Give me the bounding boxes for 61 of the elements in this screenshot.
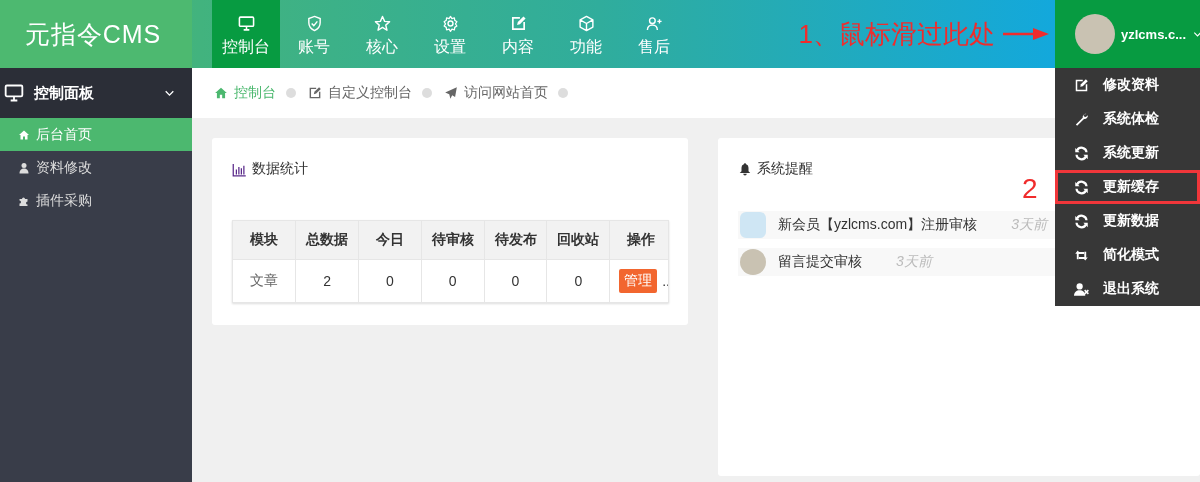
avatar-placeholder bbox=[740, 249, 766, 275]
user-menu-toggle[interactable]: yzlcms.c... bbox=[1055, 0, 1200, 68]
user-remove-icon bbox=[1074, 281, 1089, 297]
notice-text: 新会员【yzlcms.com】注册审核 bbox=[778, 216, 978, 234]
menu-item[interactable]: 更新缓存 bbox=[1055, 170, 1200, 204]
home-icon bbox=[18, 128, 30, 141]
card-title: 系统提醒 bbox=[757, 160, 813, 178]
column-header: 今日 bbox=[358, 221, 422, 260]
separator-dot bbox=[422, 88, 432, 98]
cube-icon bbox=[577, 14, 595, 32]
truncated-text: .. bbox=[662, 273, 668, 289]
monitor-icon bbox=[237, 14, 255, 32]
column-header: 模块 bbox=[233, 221, 296, 260]
nav-tab[interactable]: 控制台 bbox=[212, 0, 280, 68]
separator-dot bbox=[286, 88, 296, 98]
table-cell: 0 bbox=[484, 259, 547, 302]
breadcrumb-link[interactable]: 访问网站首页 bbox=[444, 84, 548, 102]
user-icon bbox=[18, 161, 30, 174]
home-icon bbox=[214, 86, 228, 100]
edit-icon bbox=[509, 14, 527, 32]
table-cell: 0 bbox=[546, 259, 610, 302]
column-header: 待审核 bbox=[421, 221, 485, 260]
avatar-placeholder bbox=[1075, 14, 1115, 54]
table-cell: 文章 bbox=[233, 259, 296, 302]
notice-time: 3天前 bbox=[1011, 216, 1047, 234]
table-cell: 2 bbox=[295, 259, 359, 302]
card-title: 数据统计 bbox=[252, 160, 308, 178]
edit-icon bbox=[1074, 77, 1089, 93]
app-icon bbox=[740, 212, 766, 238]
annotation-arrow bbox=[1003, 28, 1049, 40]
shield-icon bbox=[305, 14, 323, 32]
notice-text: 留言提交审核 bbox=[778, 253, 862, 271]
menu-item[interactable]: 修改资料 bbox=[1055, 68, 1200, 102]
column-header: 回收站 bbox=[546, 221, 610, 260]
sidebar-item[interactable]: 资料修改 bbox=[0, 151, 192, 184]
menu-item[interactable]: 系统更新 bbox=[1055, 136, 1200, 170]
table-cell: 0 bbox=[421, 259, 485, 302]
annotation-text: 1、鼠标滑过此处 bbox=[798, 17, 995, 51]
sidebar-item[interactable]: 插件采购 bbox=[0, 184, 192, 217]
wrench-icon bbox=[1074, 111, 1089, 127]
column-header: 操作 bbox=[609, 221, 668, 260]
menu-item[interactable]: 系统体检 bbox=[1055, 102, 1200, 136]
refresh-icon bbox=[1074, 179, 1089, 195]
column-header: 待发布 bbox=[484, 221, 547, 260]
bar-chart-icon bbox=[232, 161, 247, 177]
monitor-icon bbox=[4, 83, 24, 103]
refresh-icon bbox=[1074, 145, 1089, 161]
refresh-icon bbox=[1074, 213, 1089, 229]
notice-time: 3天前 bbox=[896, 253, 932, 271]
breadcrumb-link[interactable]: 自定义控制台 bbox=[308, 84, 412, 102]
sidebar-group-header[interactable]: 控制面板 bbox=[0, 68, 192, 118]
separator-dot bbox=[558, 88, 568, 98]
star-icon bbox=[373, 14, 391, 32]
gear-icon bbox=[441, 14, 459, 32]
user-plus-icon bbox=[645, 14, 663, 32]
column-header: 总数据 bbox=[295, 221, 359, 260]
annotation-text: 2 bbox=[1022, 174, 1038, 204]
paper-plane-icon bbox=[444, 86, 458, 100]
table-cell: 0 bbox=[358, 259, 422, 302]
edit-icon bbox=[308, 86, 322, 100]
bell-icon bbox=[738, 162, 752, 176]
